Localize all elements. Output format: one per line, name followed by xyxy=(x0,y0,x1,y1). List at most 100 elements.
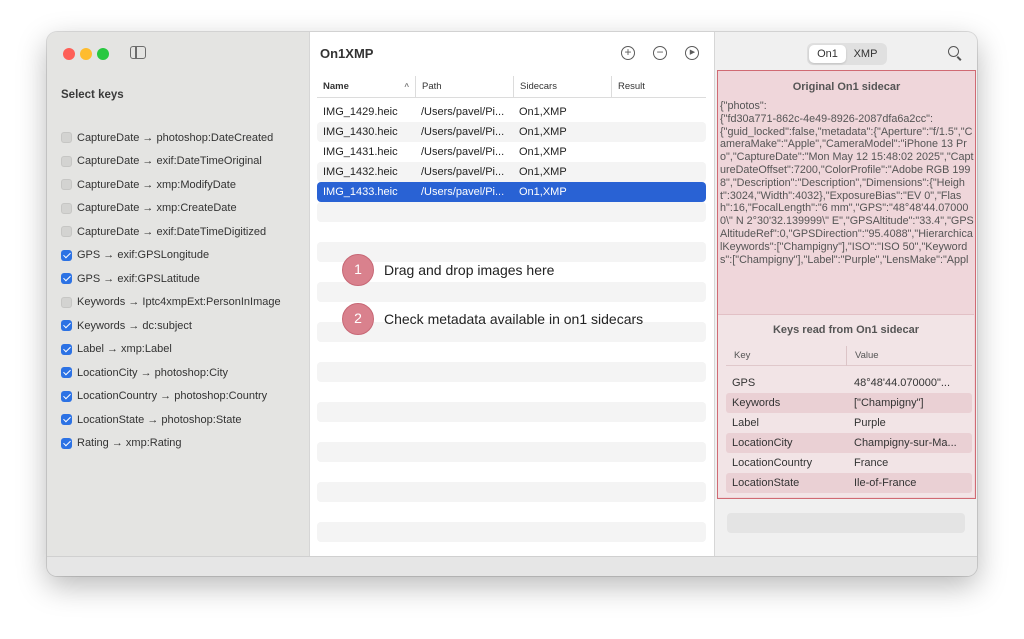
checkbox-checked[interactable] xyxy=(61,414,72,426)
column-header-sidecars[interactable]: Sidecars xyxy=(513,76,611,98)
step-2-text: Check metadata available in on1 sidecars xyxy=(384,311,644,327)
column-header-name-label: Name xyxy=(323,81,349,92)
kv-value: ["Champigny"] xyxy=(854,397,924,409)
checkbox-checked[interactable] xyxy=(61,437,72,449)
key-option[interactable]: Rating → xmp:Rating xyxy=(61,432,281,456)
file-cell-sidecars: On1,XMP xyxy=(519,106,567,118)
file-cell-name: IMG_1431.heic xyxy=(323,146,398,158)
file-row[interactable]: IMG_1431.heic/Users/pavel/Pi... On1,XMP xyxy=(317,142,706,162)
file-row[interactable]: IMG_1430.heic/Users/pavel/Pi... On1,XMP xyxy=(317,122,706,142)
kv-value: Purple xyxy=(854,417,886,429)
key-option-label: CaptureDate → exif:DateTimeOriginal xyxy=(77,155,262,168)
key-value-row[interactable]: GPS 48°48'44.070000"... xyxy=(726,373,972,393)
key-option[interactable]: LocationState → photoshop:State xyxy=(61,408,281,432)
checkbox-checked[interactable] xyxy=(61,367,72,379)
file-row[interactable]: IMG_1433.heic/Users/pavel/Pi... On1,XMP xyxy=(317,182,706,202)
step-1-badge: 1 xyxy=(342,254,374,286)
kv-key: LocationCountry xyxy=(732,457,813,469)
step-1-text: Drag and drop images here xyxy=(384,262,555,278)
key-option[interactable]: Label → xmp:Label xyxy=(61,338,281,362)
keys-table: GPS 48°48'44.070000"... Keywords ["Champign… xyxy=(726,373,972,493)
key-option-label: GPS → exif:GPSLongitude xyxy=(77,249,210,262)
key-option[interactable]: CaptureDate → photoshop:DateCreated xyxy=(61,126,281,150)
key-option[interactable]: CaptureDate → exif:DateTimeDigitized xyxy=(61,220,281,244)
key-value-row[interactable]: LocationState Ile-of-France xyxy=(726,473,972,493)
checkbox-unchecked[interactable] xyxy=(61,179,72,191)
file-row[interactable]: IMG_1429.heic/Users/pavel/Pi... On1,XMP xyxy=(317,102,706,122)
inspector-panel: On1 XMP Original On1 sidecar {"photos": … xyxy=(714,32,977,556)
file-cell-name: IMG_1432.heic xyxy=(323,166,398,178)
file-cell-sidecars: On1,XMP xyxy=(519,166,567,178)
maximize-window-button[interactable] xyxy=(97,48,109,60)
minimize-window-button[interactable] xyxy=(80,48,92,60)
column-header-path[interactable]: Path xyxy=(415,76,513,98)
key-option[interactable]: GPS → exif:GPSLatitude xyxy=(61,267,281,291)
add-icon[interactable]: + xyxy=(621,46,635,60)
file-row[interactable]: IMG_1432.heic/Users/pavel/Pi... On1,XMP xyxy=(317,162,706,182)
keys-section: Keys read from On1 sidecar Key Value GPS… xyxy=(718,314,974,497)
checkbox-unchecked[interactable] xyxy=(61,226,72,238)
empty-row xyxy=(317,442,706,462)
key-option[interactable]: CaptureDate → xmp:CreateDate xyxy=(61,197,281,221)
key-value-row[interactable]: Label Purple xyxy=(726,413,972,433)
kv-value: Champigny-sur-Ma... xyxy=(854,437,957,449)
checkbox-checked[interactable] xyxy=(61,320,72,332)
kv-key: Label xyxy=(732,417,759,429)
checkbox-unchecked[interactable] xyxy=(61,132,72,144)
file-cell-path: /Users/pavel/Pi... xyxy=(421,106,505,118)
file-cell-sidecars: On1,XMP xyxy=(519,146,567,158)
key-option[interactable]: LocationCity → photoshop:City xyxy=(61,361,281,385)
key-option-label: LocationCity → photoshop:City xyxy=(77,366,229,379)
checkbox-checked[interactable] xyxy=(61,343,72,355)
file-cell-name: IMG_1433.heic xyxy=(323,186,398,198)
keys-table-header: Key Value xyxy=(726,346,972,366)
column-header-key[interactable]: Key xyxy=(734,346,750,366)
key-value-row[interactable]: Keywords ["Champigny"] xyxy=(726,393,972,413)
key-value-row[interactable]: LocationCountry France xyxy=(726,453,972,473)
key-option[interactable]: Keywords → dc:subject xyxy=(61,314,281,338)
sidecar-highlight-box: Original On1 sidecar {"photos": {"fd30a7… xyxy=(717,70,976,499)
segment-on1[interactable]: On1 xyxy=(809,45,846,63)
file-cell-name: IMG_1430.heic xyxy=(323,126,398,138)
key-option-label: CaptureDate → xmp:CreateDate xyxy=(77,202,237,215)
search-icon[interactable] xyxy=(948,46,959,57)
checkbox-checked[interactable] xyxy=(61,249,72,261)
remove-icon[interactable]: − xyxy=(653,46,667,60)
segment-xmp[interactable]: XMP xyxy=(847,45,884,63)
empty-row xyxy=(317,522,706,542)
kv-key: Keywords xyxy=(732,397,781,409)
checkbox-unchecked[interactable] xyxy=(61,296,72,308)
original-sidecar-json[interactable]: {"photos": {"fd30a771-862c-4e49-8926-208… xyxy=(720,100,974,312)
key-value-row[interactable]: LocationCity Champigny-sur-Ma... xyxy=(726,433,972,453)
file-table-header: Name ^ Path Sidecars Result xyxy=(317,76,706,98)
column-header-result[interactable]: Result xyxy=(611,76,706,98)
file-cell-name: IMG_1429.heic xyxy=(323,106,398,118)
sidebar: Select keys CaptureDate → photoshop:Date… xyxy=(47,32,309,556)
key-option-label: LocationState → photoshop:State xyxy=(77,413,242,426)
bottom-bar xyxy=(47,556,977,576)
checkbox-unchecked[interactable] xyxy=(61,202,72,214)
key-option-label: CaptureDate → photoshop:DateCreated xyxy=(77,131,274,144)
key-list: CaptureDate → photoshop:DateCreated Captu… xyxy=(61,126,281,455)
kv-value: Ile-of-France xyxy=(854,477,917,489)
play-icon[interactable]: ▶ xyxy=(685,46,699,60)
checkbox-checked[interactable] xyxy=(61,273,72,285)
key-option[interactable]: GPS → exif:GPSLongitude xyxy=(61,244,281,268)
column-header-value[interactable]: Value xyxy=(846,346,879,366)
close-window-button[interactable] xyxy=(63,48,75,60)
key-option[interactable]: CaptureDate → xmp:ModifyDate xyxy=(61,173,281,197)
file-cell-path: /Users/pavel/Pi... xyxy=(421,126,505,138)
key-option[interactable]: Keywords → Iptc4xmpExt:PersonInImage xyxy=(61,291,281,315)
key-option[interactable]: CaptureDate → exif:DateTimeOriginal xyxy=(61,150,281,174)
key-option[interactable]: LocationCountry → photoshop:Country xyxy=(61,385,281,409)
kv-key: LocationState xyxy=(732,477,800,489)
checkbox-checked[interactable] xyxy=(61,390,72,402)
column-header-name[interactable]: Name ^ xyxy=(317,76,415,98)
sidebar-toggle-icon[interactable] xyxy=(130,46,146,59)
original-sidecar-title: Original On1 sidecar xyxy=(792,81,901,93)
key-option-label: Keywords → dc:subject xyxy=(77,319,192,332)
app-window: Select keys CaptureDate → photoshop:Date… xyxy=(47,32,977,576)
step-2: 2 Check metadata available in on1 sideca… xyxy=(342,303,643,335)
step-1: 1 Drag and drop images here xyxy=(342,254,554,286)
checkbox-unchecked[interactable] xyxy=(61,155,72,167)
